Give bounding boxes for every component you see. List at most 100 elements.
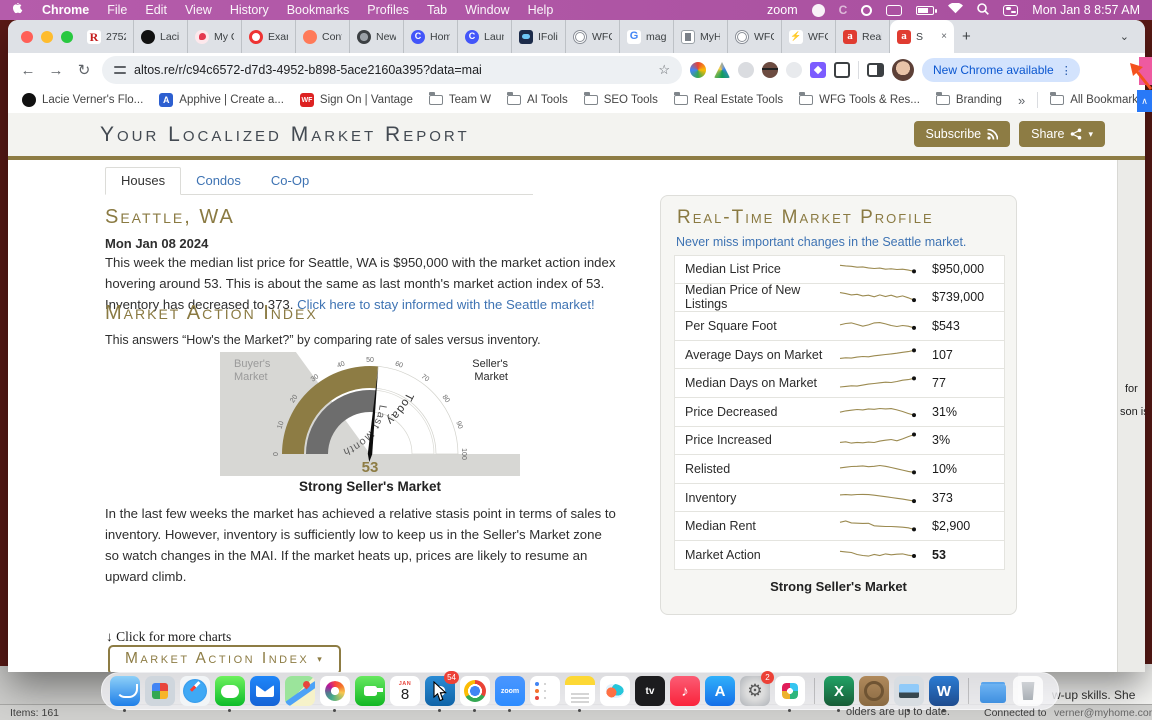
dock-calendar[interactable]: JAN8 [390, 676, 420, 706]
tab-condos[interactable]: Condos [181, 168, 256, 194]
tab-houses[interactable]: Houses [105, 167, 181, 195]
site-settings-icon[interactable] [114, 65, 126, 75]
browser-tab[interactable]: Exam [242, 20, 296, 53]
menu-item-history[interactable]: History [230, 3, 269, 17]
profile-subscribe-link[interactable]: Never miss important changes in the Seat… [676, 235, 966, 249]
dock-finder[interactable] [110, 676, 140, 706]
bookmark-item[interactable]: SEO Tools [584, 93, 658, 107]
browser-tab[interactable]: My C [188, 20, 242, 53]
reload-button[interactable]: ↻ [74, 61, 94, 79]
browser-tab[interactable]: Cont [296, 20, 350, 53]
extensions-puzzle-icon[interactable] [834, 62, 850, 78]
control-center-icon[interactable] [1003, 5, 1018, 16]
dock-launchpad[interactable] [145, 676, 175, 706]
dock-reminders[interactable] [530, 676, 560, 706]
table-row[interactable]: Inventory373 [674, 484, 1005, 513]
menu-item-help[interactable]: Help [528, 3, 554, 17]
table-row[interactable]: Per Square Foot$543 [674, 312, 1005, 341]
dock-zoom[interactable]: zoom [495, 676, 525, 706]
dock-notes[interactable] [565, 676, 595, 706]
browser-tab[interactable]: MyH [674, 20, 728, 53]
browser-tab[interactable]: New [350, 20, 404, 53]
shortcut-status-icon[interactable] [861, 5, 872, 16]
browser-tab[interactable]: Laci [134, 20, 188, 53]
menu-item-edit[interactable]: Edit [145, 3, 167, 17]
extension-pinwheel-icon[interactable] [690, 62, 706, 78]
menu-item-bookmarks[interactable]: Bookmarks [287, 3, 350, 17]
dock-mail[interactable] [250, 676, 280, 706]
bookmark-item[interactable]: Branding [936, 93, 1002, 107]
forward-button[interactable]: → [46, 62, 66, 79]
table-row[interactable]: Median Days on Market77 [674, 369, 1005, 398]
bookmark-item[interactable]: Real Estate Tools [674, 93, 783, 107]
browser-tab[interactable]: IFoli [512, 20, 566, 53]
dock-maps[interactable] [285, 676, 315, 706]
browser-tab[interactable]: aReal [836, 20, 890, 53]
bookmark-item[interactable]: AI Tools [507, 93, 568, 107]
browser-tab[interactable]: CLaun [458, 20, 512, 53]
extension-disabled-icon[interactable] [738, 62, 754, 78]
menu-item-window[interactable]: Window [465, 3, 509, 17]
battery-icon[interactable] [916, 6, 934, 15]
menu-item-view[interactable]: View [185, 3, 212, 17]
close-window-button[interactable] [21, 31, 33, 43]
bookmark-item[interactable]: Lacie Verner's Flo... [22, 93, 143, 107]
bookmarks-overflow-icon[interactable]: » [1018, 93, 1025, 108]
browser-tab[interactable]: WFG [566, 20, 620, 53]
new-tab-button[interactable]: + [962, 28, 971, 45]
dock-slack[interactable] [775, 676, 805, 706]
browser-tab[interactable]: WFG [782, 20, 836, 53]
dock-downloads[interactable] [978, 676, 1008, 706]
table-row[interactable]: Price Decreased31% [674, 398, 1005, 427]
dock-preview[interactable] [894, 676, 924, 706]
dock-contacts[interactable] [859, 676, 889, 706]
dock-word[interactable]: W [929, 676, 959, 706]
bookmark-star-icon[interactable]: ☆ [658, 62, 670, 78]
dock-chrome[interactable] [460, 676, 490, 706]
google-drive-icon[interactable] [714, 62, 730, 78]
menu-item-tab[interactable]: Tab [427, 3, 447, 17]
browser-tab[interactable]: Gmag [620, 20, 674, 53]
browser-tab[interactable]: WFG [728, 20, 782, 53]
back-button[interactable]: ← [18, 62, 38, 79]
browser-tab[interactable]: CHom [404, 20, 458, 53]
tab-co-op[interactable]: Co-Op [256, 168, 324, 194]
extension-asterisk-icon[interactable] [810, 62, 826, 78]
tab-close-icon[interactable]: × [941, 31, 947, 42]
minimize-window-button[interactable] [41, 31, 53, 43]
dock-excel[interactable]: X [824, 676, 854, 706]
dock-safari[interactable] [180, 676, 210, 706]
menu-item-file[interactable]: File [107, 3, 127, 17]
table-row[interactable]: Average Days on Market107 [674, 341, 1005, 370]
wifi-icon[interactable] [948, 3, 963, 17]
grammarly-status-icon[interactable] [812, 4, 825, 17]
dock-music[interactable]: ♪ [670, 676, 700, 706]
menu-item-profiles[interactable]: Profiles [367, 3, 409, 17]
side-panel-icon[interactable] [867, 63, 884, 77]
browser-tab[interactable]: aS× [890, 20, 954, 53]
url-text[interactable]: altos.re/r/c94c6572-d7d3-4952-b898-5ace2… [134, 63, 482, 77]
extension-robot-icon[interactable] [786, 62, 802, 78]
table-row[interactable]: Median Rent$2,900 [674, 512, 1005, 541]
dock-photos[interactable] [320, 676, 350, 706]
scroll-top-button[interactable]: ∧ [1137, 90, 1152, 112]
dock-settings[interactable]: ⚙2 [740, 676, 770, 706]
more-charts-link[interactable]: ↓ Click for more charts [106, 629, 231, 645]
display-status-icon[interactable] [886, 5, 902, 16]
cast-status-icon[interactable]: C [839, 3, 848, 17]
dock-tv[interactable]: tv [635, 676, 665, 706]
zoom-window-button[interactable] [61, 31, 73, 43]
tab-overflow-button[interactable]: ⌄ [1120, 30, 1129, 43]
table-row[interactable]: Median List Price$950,000 [674, 255, 1005, 284]
subscribe-button[interactable]: Subscribe [914, 121, 1011, 147]
bookmark-item[interactable]: Team W [429, 93, 491, 107]
zoom-menu-label[interactable]: zoom [767, 3, 798, 17]
bookmark-item[interactable]: AApphive | Create a... [159, 93, 284, 107]
mai-dropdown-button[interactable]: Market Action Index ▾ [108, 645, 341, 672]
dock-messages[interactable] [215, 676, 245, 706]
extension-detective-icon[interactable] [762, 62, 778, 78]
table-row[interactable]: Median Price of New Listings$739,000 [674, 284, 1005, 313]
stay-informed-link[interactable]: Click here to stay informed with the Sea… [297, 297, 595, 312]
spotlight-search-icon[interactable] [977, 3, 989, 18]
apple-icon[interactable] [12, 3, 24, 17]
